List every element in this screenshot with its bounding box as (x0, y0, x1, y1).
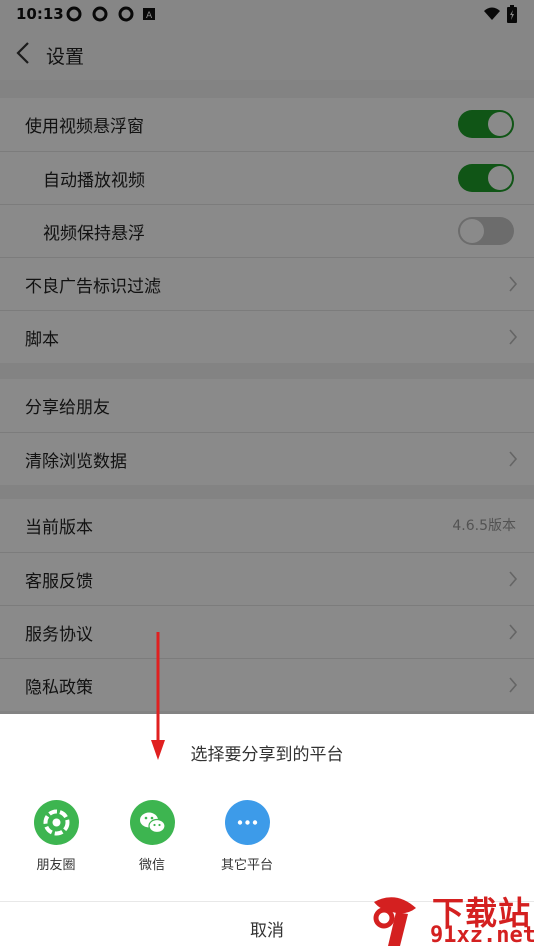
share-option-moments[interactable]: 朋友圈 (11, 800, 101, 873)
watermark-logo-icon (373, 897, 416, 946)
modal-dim-overlay[interactable] (0, 0, 534, 714)
share-option-label: 朋友圈 (36, 858, 76, 873)
share-option-wechat[interactable]: 微信 (107, 800, 197, 873)
watermark-url: 91xz.net (430, 923, 534, 948)
moments-icon[interactable] (33, 800, 79, 845)
annotation-arrow-icon (151, 632, 165, 760)
share-sheet-title: 选择要分享到的平台 (190, 745, 344, 765)
site-watermark: 下载站 91xz.net (364, 890, 534, 950)
wechat-icon[interactable] (129, 800, 175, 845)
share-option-label: 微信 (138, 858, 165, 873)
share-option-label: 其它平台 (220, 858, 273, 873)
more-icon[interactable] (224, 800, 270, 845)
share-option-other[interactable]: 其它平台 (202, 800, 292, 873)
